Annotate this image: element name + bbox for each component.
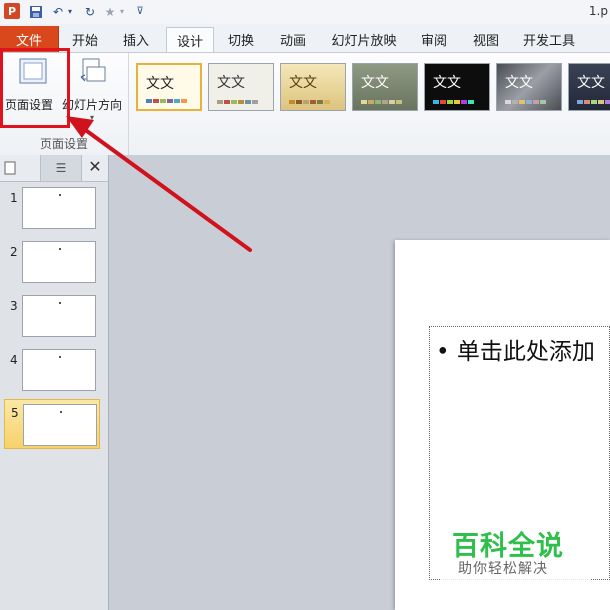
annotation-arrow <box>66 116 252 252</box>
